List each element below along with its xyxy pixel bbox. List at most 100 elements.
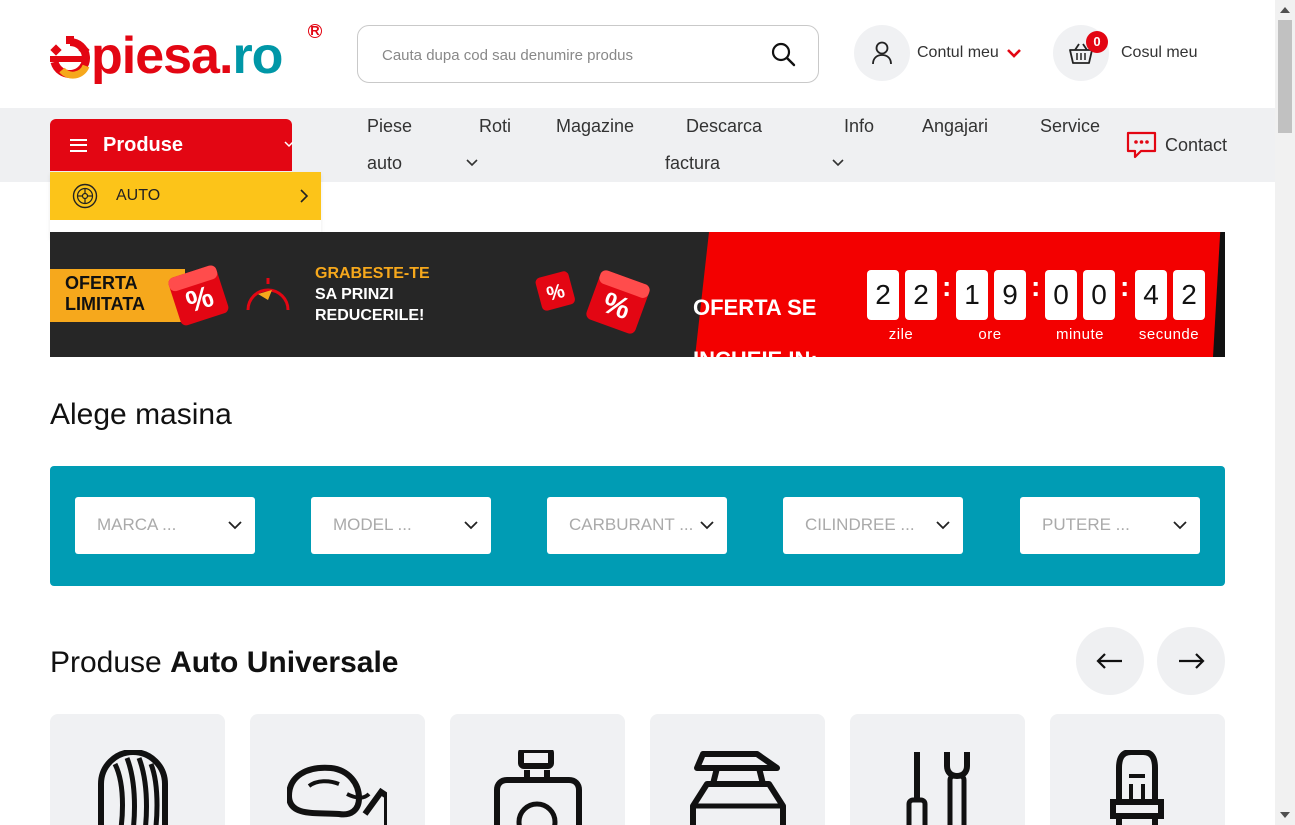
select-model[interactable]: MODEL ... [311,497,491,554]
account-menu[interactable]: Contul meu [854,25,1022,81]
logo[interactable]: piesa. ro R [50,22,322,85]
scrollbar-thumb[interactable] [1278,20,1292,133]
grab-line1: GRABESTE-TE [315,265,430,282]
product-card-tire[interactable] [50,714,225,825]
chevron-down-icon [700,521,714,530]
product-card-bulb[interactable] [1050,714,1225,825]
ends-line1: OFERTA SE [693,295,817,320]
countdown-unit-seconds: secunde [1138,326,1200,343]
roof-box-icon [690,751,786,825]
wheel-icon [72,183,98,209]
countdown-separator: : [942,271,952,302]
account-label[interactable]: Contul meu [917,44,999,62]
select-cilindree[interactable]: CILINDREE ... [783,497,963,554]
carousel-next-button[interactable] [1157,627,1225,695]
search-icon[interactable] [770,41,796,67]
car-selector: MARCA ... MODEL ... CARBURANT ... CILIND… [50,466,1225,586]
select-putere-placeholder: PUTERE ... [1042,515,1130,534]
chat-icon [1126,131,1157,159]
countdown-separator: : [1120,271,1130,302]
hamburger-icon [70,138,87,152]
prod-title-normal: Produse [50,646,171,679]
product-card-roof-box[interactable] [650,714,825,825]
chevron-right-icon [300,189,309,203]
oferta-tag-line2: LIMITATA [65,294,145,314]
countdown-digit: 2 [867,270,899,320]
nav-roti-label: Roti [479,116,512,136]
cart[interactable]: 0 Cosul meu [1053,25,1197,81]
arrow-right-icon [1179,653,1205,669]
product-card-mirror[interactable] [250,714,425,825]
cart-button[interactable]: 0 [1053,25,1109,81]
tire-icon [98,750,168,825]
countdown-unit-minutes: minute [1055,326,1105,343]
chevron-down-icon [1173,521,1187,530]
chevron-down-icon[interactable] [1006,47,1022,59]
product-card-tools[interactable] [850,714,1025,825]
nav-piese-auto[interactable]: Piese auto [367,108,412,182]
page: piesa.ro R Contul meu [0,0,1275,825]
chevron-down-icon [464,521,478,530]
percent-dice-icon: % % [535,270,650,334]
select-carburant[interactable]: CARBURANT ... [547,497,727,554]
select-putere[interactable]: PUTERE ... [1020,497,1200,554]
nav-descarca-label: Descarca [686,116,763,136]
carousel-prev-button[interactable] [1076,627,1144,695]
vertical-scrollbar[interactable] [1275,0,1295,825]
produse-menu-button[interactable]: Produse [50,119,294,171]
countdown-separator: : [1031,271,1041,302]
chevron-down-icon [936,521,950,530]
nav-roti[interactable]: Roti [479,108,511,145]
grab-line2: SA PRINZI [315,286,394,303]
scroll-up-arrow[interactable] [1280,7,1290,13]
nav-piese-label2: auto [367,153,403,173]
contact-label: Contact [1165,134,1228,155]
oferta-tag-line1: OFERTA [65,273,138,293]
select-marca[interactable]: MARCA ... [75,497,255,554]
nav-factura-label[interactable]: factura [665,145,720,182]
nav-magazine[interactable]: Magazine [556,108,634,145]
mirror-icon [287,764,387,825]
tools-icon [906,752,970,825]
chevron-down-icon[interactable] [465,158,479,168]
countdown-digit: 4 [1135,270,1167,320]
countdown-unit-hours: ore [978,326,1002,343]
dropdown-item-auto[interactable]: AUTO [50,172,321,220]
cart-label[interactable]: Cosul meu [1121,44,1197,62]
user-icon [872,41,892,65]
alege-masina-title: Alege masina [50,398,232,431]
product-card-fluid[interactable] [450,714,625,825]
cart-count-badge: 0 [1086,31,1108,53]
promo-banner[interactable]: OFERTA LIMITATA % GRABESTE-TE SA PRINZI … [50,232,1225,357]
grabeste-text: GRABESTE-TE SA PRINZI REDUCERILE! [315,263,430,326]
arrow-left-icon [1096,653,1122,669]
gear-logo-icon [50,36,90,79]
chevron-down-icon [228,521,242,530]
nav-descarca-factura[interactable]: Descarca [686,108,762,145]
fluid-icon [494,750,582,825]
main-nav: Produse Piese auto Roti Magazine Descarc… [0,108,1275,182]
chevron-down-icon[interactable] [831,158,845,168]
account-button[interactable] [854,25,910,81]
countdown-digit: 9 [994,270,1026,320]
scroll-down-arrow[interactable] [1280,812,1290,818]
search-input[interactable] [382,42,762,68]
select-marca-placeholder: MARCA ... [97,515,177,534]
stopwatch-icon [246,278,290,311]
registered-mark: R [308,24,322,38]
logo-suffix: ro [232,27,283,85]
contact-link[interactable]: Contact [1126,128,1227,162]
countdown-digit: 2 [905,270,937,320]
nav-info[interactable]: Info [844,108,874,145]
countdown-digit: 2 [1173,270,1205,320]
nav-angajari[interactable]: Angajari [922,108,988,145]
grab-line3: REDUCERILE! [315,307,425,324]
dropdown-auto-label: AUTO [116,187,161,204]
nav-info-label: Info [844,116,875,136]
select-model-placeholder: MODEL ... [333,515,412,534]
logo-main: piesa [91,27,220,85]
countdown-unit-days: zile [888,326,914,343]
nav-service[interactable]: Service [1040,108,1100,145]
oferta-ends-text: OFERTA SE INCHEIE IN: [693,269,818,357]
nav-magazine-label: Magazine [556,116,635,136]
